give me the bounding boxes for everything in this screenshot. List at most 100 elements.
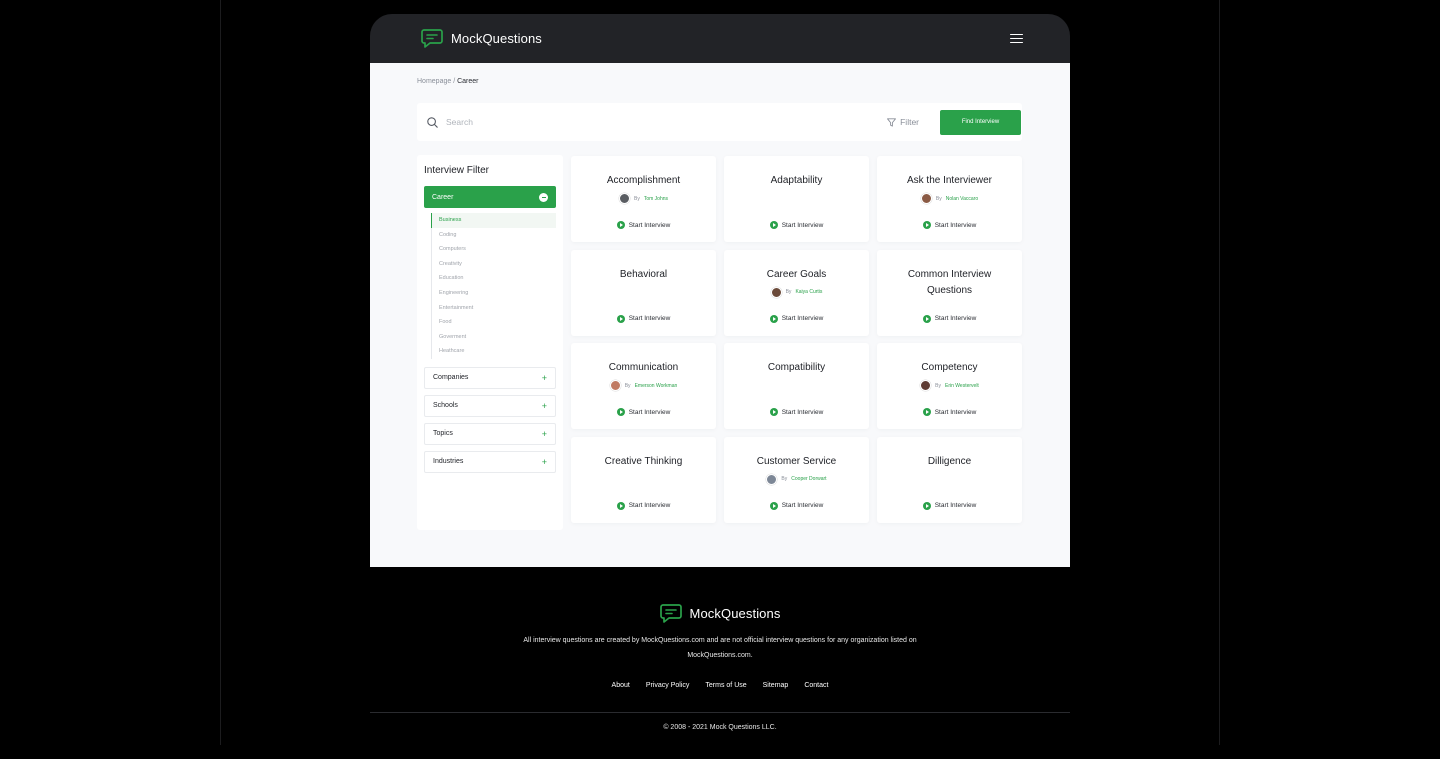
interview-card[interactable]: Behavioral Start Interview	[571, 250, 716, 336]
subcategory-item[interactable]: Education	[432, 271, 556, 286]
interview-card[interactable]: Common Interview Questions Start Intervi…	[877, 250, 1022, 336]
start-interview-button[interactable]: Start Interview	[724, 408, 869, 416]
card-title: Ask the Interviewer	[877, 156, 1022, 189]
avatar	[921, 193, 932, 204]
footer-disclaimer: All interview questions are created by M…	[520, 634, 920, 663]
guide-line-right	[1219, 0, 1220, 745]
category-schools[interactable]: Schools+	[424, 395, 556, 417]
subcategory-item[interactable]: Computers	[432, 242, 556, 257]
card-title: Customer Service	[724, 437, 869, 470]
card-author: ByTom Johns	[571, 193, 716, 204]
filter-button[interactable]: Filter	[887, 117, 919, 127]
interview-card[interactable]: Dilligence Start Interview	[877, 437, 1022, 523]
start-interview-button[interactable]: Start Interview	[571, 221, 716, 229]
avatar	[771, 287, 782, 298]
play-icon	[923, 502, 931, 510]
start-interview-button[interactable]: Start Interview	[877, 221, 1022, 229]
category-label: Industries	[433, 458, 463, 465]
footer-brand-name: MockQuestions	[690, 606, 781, 621]
author-name[interactable]: Cooper Dorwart	[791, 476, 826, 482]
play-icon	[770, 408, 778, 416]
search-input[interactable]	[446, 117, 887, 127]
author-name[interactable]: Nolan Vaccaro	[946, 196, 978, 202]
start-interview-button[interactable]: Start Interview	[877, 502, 1022, 510]
interview-card[interactable]: Competency ByErin Westervelt Start Inter…	[877, 343, 1022, 429]
avatar	[766, 474, 777, 485]
brand-logo[interactable]: MockQuestions	[421, 28, 542, 49]
card-title: Adaptability	[724, 156, 869, 189]
plus-icon: +	[542, 401, 547, 411]
subcategory-item[interactable]: Heathcare	[432, 344, 556, 359]
avatar	[610, 380, 621, 391]
card-title: Dilligence	[877, 437, 1022, 470]
category-topics[interactable]: Topics+	[424, 423, 556, 445]
chat-icon	[421, 28, 443, 49]
author-name[interactable]: Erin Westervelt	[945, 383, 979, 389]
interview-card[interactable]: Accomplishment ByTom Johns Start Intervi…	[571, 156, 716, 242]
footer-divider	[370, 712, 1070, 713]
subcategory-item[interactable]: Goverment	[432, 330, 556, 345]
card-title: Common Interview Questions	[877, 250, 1022, 299]
footer-brand-logo[interactable]: MockQuestions	[370, 603, 1070, 624]
start-interview-button[interactable]: Start Interview	[877, 315, 1022, 323]
avatar	[920, 380, 931, 391]
card-author: ByEmerson Workman	[571, 380, 716, 391]
hamburger-menu-icon[interactable]	[1010, 34, 1023, 44]
start-interview-button[interactable]: Start Interview	[571, 315, 716, 323]
category-label: Career	[432, 194, 453, 201]
find-interview-button[interactable]: Find Interview	[940, 110, 1021, 135]
category-industries[interactable]: Industries +	[424, 451, 556, 473]
plus-icon: +	[542, 429, 547, 439]
start-interview-button[interactable]: Start Interview	[571, 502, 716, 510]
footer-link-terms-of-use[interactable]: Terms of Use	[705, 682, 746, 689]
play-icon	[923, 315, 931, 323]
subcategory-item[interactable]: Creativity	[432, 257, 556, 272]
card-title: Competency	[877, 343, 1022, 376]
interview-card[interactable]: Communication ByEmerson Workman Start In…	[571, 343, 716, 429]
card-title: Career Goals	[724, 250, 869, 283]
subcategory-item[interactable]: Business	[431, 213, 556, 228]
interview-card[interactable]: Customer Service ByCooper Dorwart Start …	[724, 437, 869, 523]
interview-card[interactable]: Adaptability Start Interview	[724, 156, 869, 242]
plus-icon: +	[542, 457, 547, 467]
card-author: ByErin Westervelt	[877, 380, 1022, 391]
author-name[interactable]: Emerson Workman	[635, 383, 678, 389]
interview-card-grid: Accomplishment ByTom Johns Start Intervi…	[571, 156, 1022, 523]
interview-card[interactable]: Ask the Interviewer ByNolan Vaccaro Star…	[877, 156, 1022, 242]
category-companies[interactable]: Companies+	[424, 367, 556, 389]
footer-link-privacy-policy[interactable]: Privacy Policy	[646, 682, 690, 689]
play-icon	[923, 408, 931, 416]
interview-card[interactable]: Creative Thinking Start Interview	[571, 437, 716, 523]
main-content: Homepage / Career Filter Find Interview …	[370, 63, 1070, 567]
play-icon	[770, 221, 778, 229]
card-title: Behavioral	[571, 250, 716, 283]
filter-label: Filter	[900, 117, 919, 127]
author-name[interactable]: Kaiya Curtis	[795, 289, 822, 295]
start-interview-button[interactable]: Start Interview	[571, 408, 716, 416]
subcategory-item[interactable]: Food	[432, 315, 556, 330]
start-interview-button[interactable]: Start Interview	[724, 502, 869, 510]
breadcrumb-home[interactable]: Homepage	[417, 78, 451, 85]
author-name[interactable]: Tom Johns	[644, 196, 668, 202]
start-interview-button[interactable]: Start Interview	[877, 408, 1022, 416]
play-icon	[923, 221, 931, 229]
play-icon	[770, 315, 778, 323]
guide-line-left	[220, 0, 221, 745]
interview-card[interactable]: Compatibility Start Interview	[724, 343, 869, 429]
footer-link-sitemap[interactable]: Sitemap	[763, 682, 789, 689]
interview-card[interactable]: Career Goals ByKaiya Curtis Start Interv…	[724, 250, 869, 336]
play-icon	[770, 502, 778, 510]
navbar: MockQuestions	[370, 14, 1070, 63]
footer-link-about[interactable]: About	[612, 682, 630, 689]
subcategory-item[interactable]: Entertainment	[432, 301, 556, 316]
start-interview-button[interactable]: Start Interview	[724, 221, 869, 229]
subcategory-item[interactable]: Engineering	[432, 286, 556, 301]
card-title: Accomplishment	[571, 156, 716, 189]
play-icon	[617, 221, 625, 229]
footer-links: About Privacy Policy Terms of Use Sitema…	[370, 682, 1070, 689]
footer-link-contact[interactable]: Contact	[804, 682, 828, 689]
subcategory-item[interactable]: Coding	[432, 228, 556, 243]
start-interview-button[interactable]: Start Interview	[724, 315, 869, 323]
footer-copyright: © 2008 - 2021 Mock Questions LLC.	[370, 724, 1070, 731]
category-career[interactable]: Career	[424, 186, 556, 208]
